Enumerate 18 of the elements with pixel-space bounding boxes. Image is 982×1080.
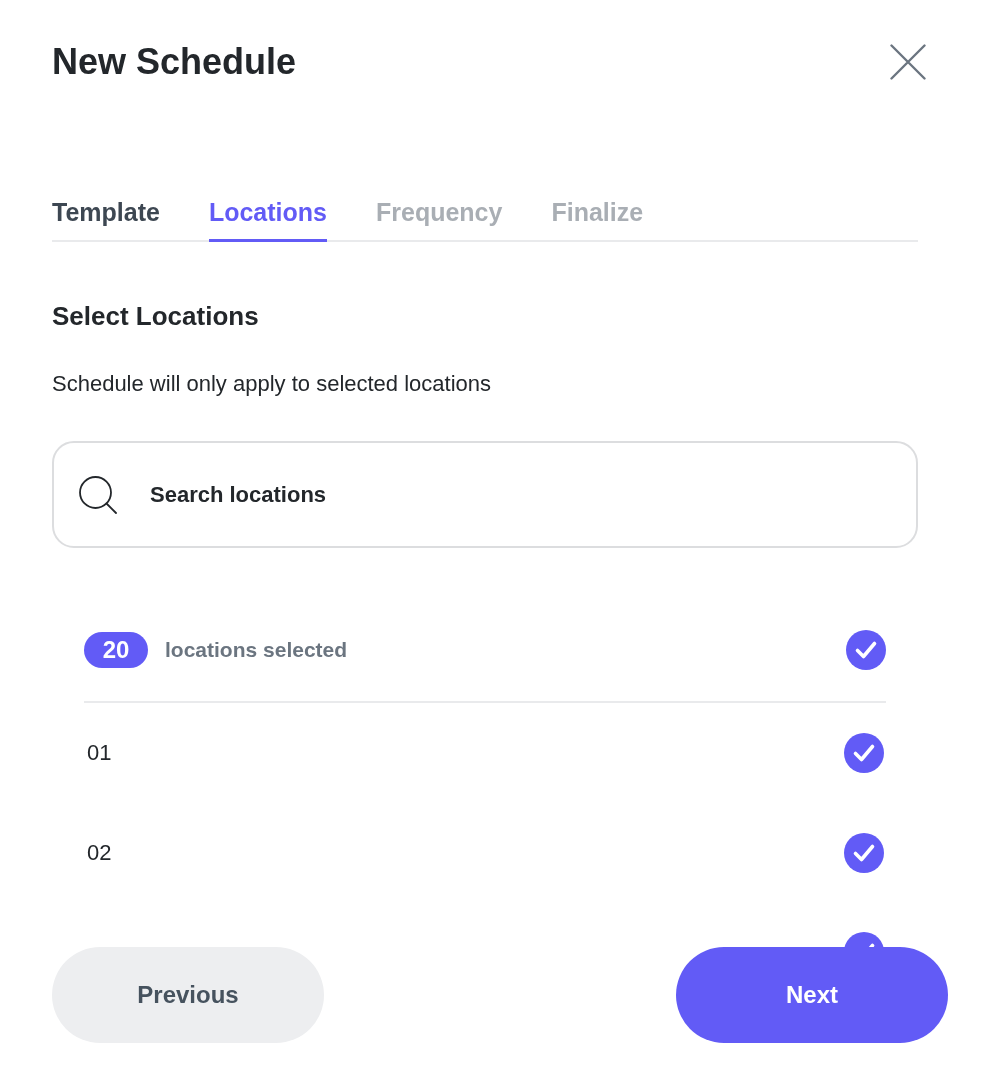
close-icon <box>890 44 926 80</box>
close-button[interactable] <box>890 44 926 80</box>
location-label: 01 <box>87 739 112 767</box>
count-badge: 20 <box>84 632 148 668</box>
dialog-title: New Schedule <box>52 40 297 84</box>
selection-label: locations selected <box>165 638 348 662</box>
tab[interactable]: Locations <box>208 197 327 242</box>
section-heading: Select Locations <box>52 300 259 332</box>
search-field[interactable]: Search locations <box>52 441 918 548</box>
secondary-button[interactable]: Previous <box>52 947 324 1043</box>
section-description: Schedule will only apply to selected locations <box>52 370 492 398</box>
location-label: 02 <box>87 839 112 867</box>
search-icon <box>79 476 117 514</box>
location-checkbox[interactable] <box>844 833 884 873</box>
location-checkbox[interactable] <box>844 733 884 773</box>
primary-button[interactable]: Next <box>676 947 948 1043</box>
select-all-checkbox[interactable] <box>846 630 886 670</box>
tab[interactable]: Template <box>52 197 160 242</box>
